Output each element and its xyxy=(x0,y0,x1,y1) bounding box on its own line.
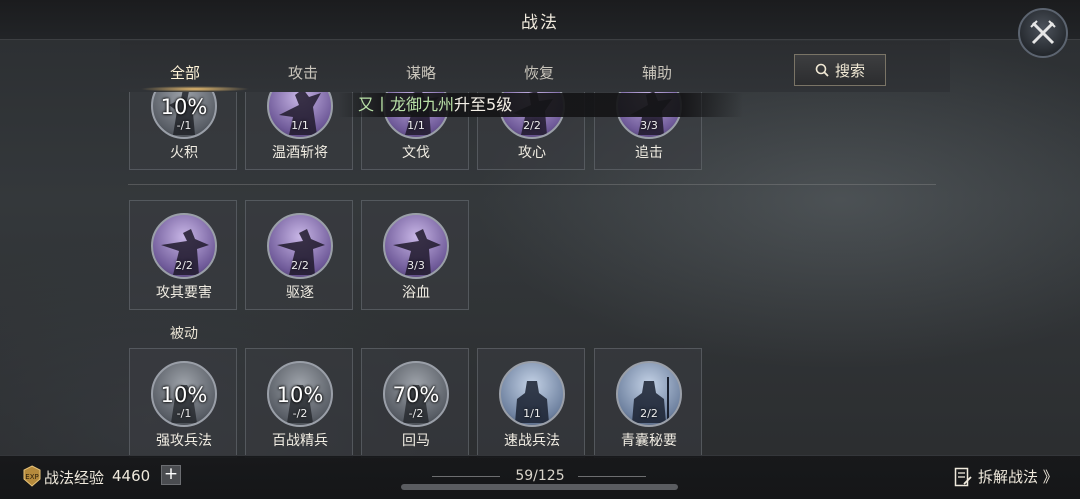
search-label: 搜索 xyxy=(834,61,865,80)
page-count: 59/125 xyxy=(515,468,565,484)
section-label-passive: 被动 xyxy=(170,326,198,342)
tactic-card[interactable]: 2/2 驱逐 xyxy=(245,200,353,310)
level-count: 1/1 xyxy=(523,407,541,420)
tactic-name: 火积 xyxy=(170,145,198,161)
active-tab-indicator xyxy=(140,86,250,92)
tactic-name: 攻其要害 xyxy=(156,285,212,301)
tactic-name: 攻心 xyxy=(518,145,546,161)
level-count: 1/1 xyxy=(291,119,309,132)
level-count: 3/3 xyxy=(640,119,658,132)
page-divider-left xyxy=(432,476,500,477)
level-count: 2/2 xyxy=(523,119,541,132)
tactic-name: 回马 xyxy=(402,433,430,449)
tactic-portrait: 10% -/1 xyxy=(151,361,217,427)
level-count: 1/1 xyxy=(407,119,425,132)
close-button[interactable] xyxy=(1018,8,1068,58)
tactic-name: 追击 xyxy=(635,145,663,161)
tactic-name: 驱逐 xyxy=(286,285,314,301)
upgrade-notice: 又丨龙御九州升至5级 xyxy=(338,93,743,117)
fill-percent: 10% xyxy=(276,383,324,407)
tab-support[interactable]: 辅助 xyxy=(602,58,712,90)
tactic-card[interactable]: 2/2 青囊秘要 xyxy=(594,348,702,458)
magnifier-icon xyxy=(815,63,829,77)
level-count: 2/2 xyxy=(291,259,309,272)
tactic-name: 百战精兵 xyxy=(272,433,328,449)
level-count: -/2 xyxy=(408,407,424,420)
tactic-name: 温酒斩将 xyxy=(272,145,328,161)
row-divider xyxy=(128,184,936,185)
add-exp-button[interactable]: + xyxy=(161,465,181,485)
tactic-portrait: 2/2 xyxy=(616,361,682,427)
tactic-card[interactable]: 1/1 速战兵法 xyxy=(477,348,585,458)
document-edit-icon xyxy=(954,467,972,486)
fill-percent: 10% xyxy=(160,383,208,407)
page-title: 战法 xyxy=(521,13,559,33)
level-count: 3/3 xyxy=(407,259,425,272)
tactic-name: 速战兵法 xyxy=(504,433,560,449)
tactic-portrait: 10% -/2 xyxy=(267,361,333,427)
tactic-card[interactable]: 10% -/2 百战精兵 xyxy=(245,348,353,458)
horizontal-scrollbar[interactable] xyxy=(401,484,678,490)
tactic-portrait: 2/2 xyxy=(267,213,333,279)
level-count: 2/2 xyxy=(640,407,658,420)
tactic-card[interactable]: 10% -/1 强攻兵法 xyxy=(129,348,237,458)
tactic-name: 强攻兵法 xyxy=(156,433,212,449)
disassemble-label: 拆解战法 》 xyxy=(978,468,1058,486)
level-count: -/2 xyxy=(292,407,308,420)
tab-recovery[interactable]: 恢复 xyxy=(484,58,594,90)
disassemble-button[interactable]: 拆解战法 》 xyxy=(954,466,1058,487)
tactic-portrait: 70% -/2 xyxy=(383,361,449,427)
crossed-swords-icon xyxy=(1030,20,1056,45)
level-count: 2/2 xyxy=(175,259,193,272)
page-divider-right xyxy=(578,476,646,477)
exp-label: 战法经验 xyxy=(44,469,105,487)
fill-percent: 70% xyxy=(392,383,440,407)
notice-text: 升至5级 xyxy=(454,95,513,114)
tactic-card[interactable]: 2/2 攻其要害 xyxy=(129,200,237,310)
search-button[interactable]: 搜索 xyxy=(794,54,886,86)
fill-percent: 10% xyxy=(160,95,208,119)
level-count: -/1 xyxy=(176,119,192,132)
tactic-name: 文伐 xyxy=(402,145,430,161)
tactic-portrait: 3/3 xyxy=(383,213,449,279)
tactic-portrait: 1/1 xyxy=(499,361,565,427)
tactic-portrait: 2/2 xyxy=(151,213,217,279)
tab-strategy[interactable]: 谋略 xyxy=(366,58,476,90)
tactic-card[interactable]: 3/3 浴血 xyxy=(361,200,469,310)
tactic-name: 浴血 xyxy=(402,285,430,301)
tactic-name: 青囊秘要 xyxy=(621,433,677,449)
exp-medal-icon: EXP xyxy=(23,465,41,487)
tactic-card[interactable]: 70% -/2 回马 xyxy=(361,348,469,458)
level-count: -/1 xyxy=(176,407,192,420)
notice-highlight: 又丨龙御九州 xyxy=(358,95,455,114)
exp-value: 4460 xyxy=(112,467,151,485)
svg-text:EXP: EXP xyxy=(25,473,38,481)
top-bar: 战法 xyxy=(0,0,1080,40)
tab-attack[interactable]: 攻击 xyxy=(248,58,358,90)
